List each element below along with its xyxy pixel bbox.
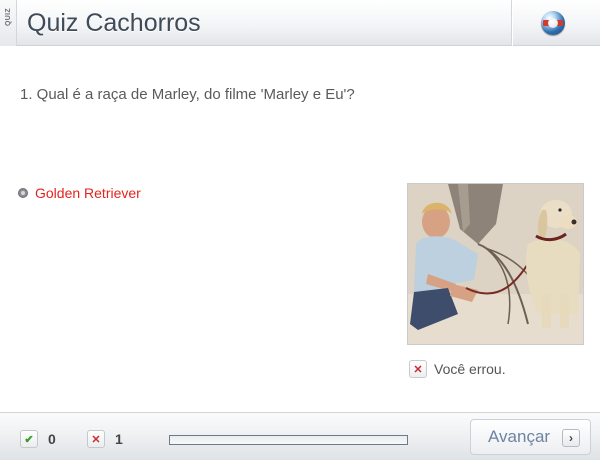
page-title: Quiz Cachorros	[27, 9, 201, 37]
feedback-text: Você errou.	[434, 361, 506, 377]
header: QUIZ Quiz Cachorros	[0, 0, 600, 46]
wrong-x-icon: ✕	[409, 360, 427, 378]
globo-logo-icon[interactable]	[541, 11, 565, 35]
feedback: ✕ Você errou.	[409, 360, 506, 378]
quiz-app: QUIZ Quiz Cachorros 1. Qual é a raça de …	[0, 0, 600, 460]
question-photo	[407, 183, 584, 345]
chevron-right-icon: ›	[562, 429, 580, 447]
quiz-tag: QUIZ	[0, 0, 17, 46]
next-button-label: Avançar	[488, 427, 551, 446]
wrong-score: ✕ 1	[87, 430, 123, 448]
photo-man-with-dog	[408, 184, 583, 344]
correct-score: ✔ 0	[20, 430, 56, 448]
radio-selected-icon[interactable]	[18, 188, 28, 198]
answer-label: Golden Retriever	[35, 185, 141, 201]
header-divider	[511, 0, 512, 46]
next-button[interactable]: Avançar ›	[470, 419, 591, 455]
wrong-x-icon: ✕	[87, 430, 105, 448]
footer: ✔ 0 ✕ 1 Avançar ›	[0, 412, 600, 460]
answer-option[interactable]: Golden Retriever	[18, 185, 141, 201]
check-icon: ✔	[20, 430, 38, 448]
progress-bar	[169, 435, 408, 445]
correct-count: 0	[48, 431, 56, 447]
wrong-count: 1	[115, 431, 123, 447]
question-text: 1. Qual é a raça de Marley, do filme 'Ma…	[20, 86, 355, 103]
quiz-tag-label: QUIZ	[5, 8, 12, 26]
logo-lens	[548, 18, 558, 28]
